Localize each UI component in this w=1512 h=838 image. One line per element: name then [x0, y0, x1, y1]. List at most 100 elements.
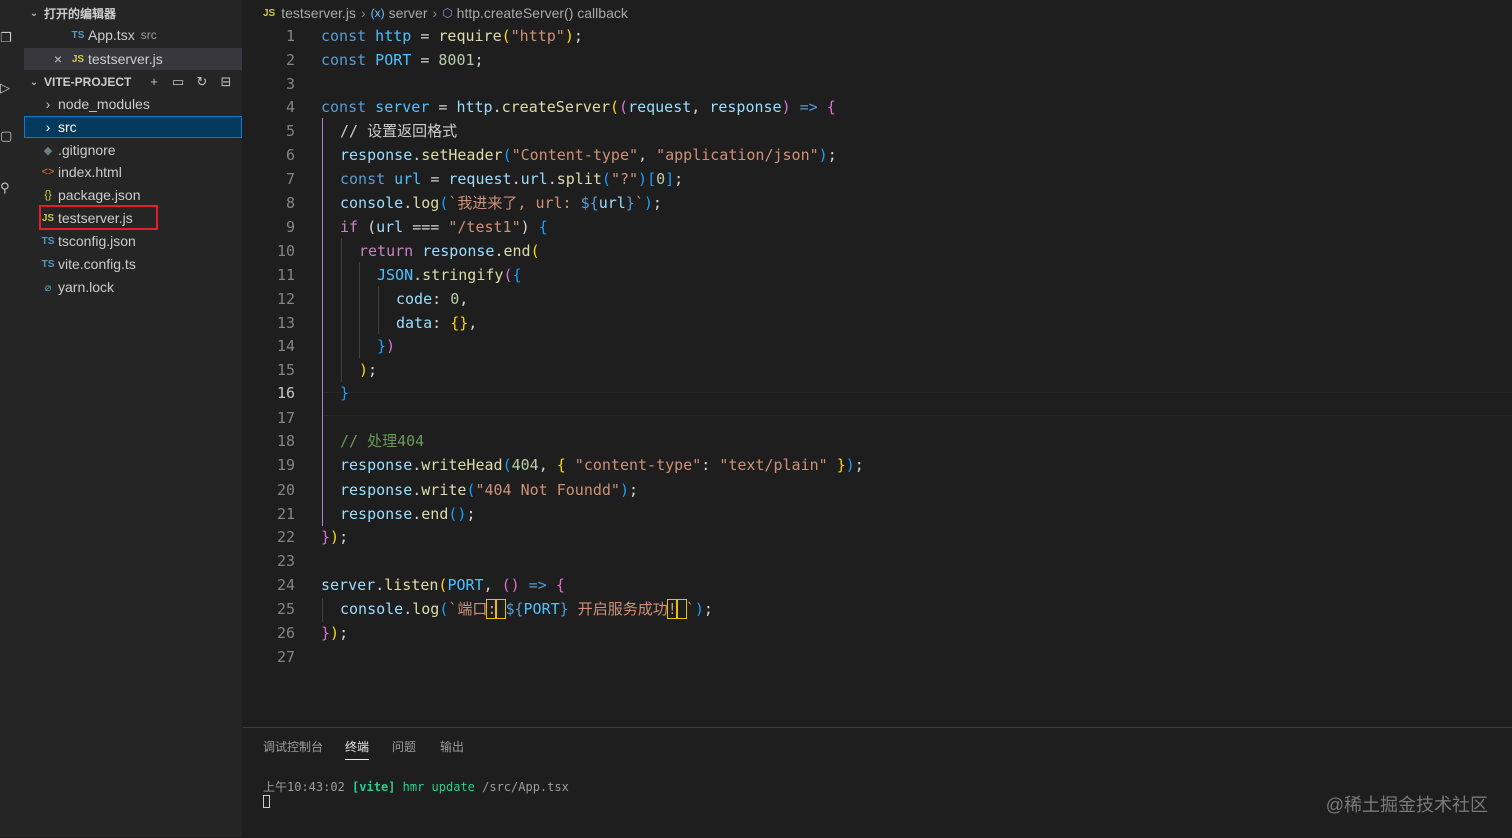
code-line: } — [243, 381, 1512, 405]
terminal-cursor — [263, 795, 270, 808]
code-line: code: 0, — [243, 287, 1512, 311]
explorer-sidebar: ⌄ 打开的编辑器 TS App.tsx src × JS testserver.… — [24, 0, 242, 837]
code-line: const PORT = 8001; — [243, 48, 1512, 72]
code-text: server.listen(PORT, () => { — [321, 576, 565, 594]
code-text: response.end(); — [340, 505, 476, 523]
chevron-right-icon: › — [45, 119, 51, 135]
code-text: data: {}, — [396, 314, 478, 332]
chevron-right-icon: › — [45, 96, 51, 112]
code-line: data: {}, — [243, 311, 1512, 335]
breadcrumb-file[interactable]: testserver.js — [281, 5, 356, 21]
tree-item-src[interactable]: › src — [24, 116, 242, 138]
code-line: }); — [243, 621, 1512, 645]
open-editor-item[interactable]: TS App.tsx src — [24, 24, 242, 46]
tab-problems[interactable]: 问题 — [392, 738, 416, 755]
line-number: 3 — [285, 75, 295, 93]
open-editors-title: 打开的编辑器 — [44, 6, 117, 21]
code-text: response.writeHead(404, { "content-type"… — [340, 456, 864, 474]
project-header[interactable]: ⌄ VITE-PROJECT + ▭ ↻ ⊟ — [24, 71, 242, 93]
tree-item-gitignore[interactable]: ◆ .gitignore — [24, 139, 242, 161]
json-file-icon: {} — [44, 189, 52, 201]
extensions-icon[interactable]: ▢ — [0, 128, 12, 144]
html-file-icon: <> — [41, 166, 55, 178]
tree-item-node-modules[interactable]: › node_modules — [24, 93, 242, 115]
open-editor-name: testserver.js — [88, 51, 163, 67]
tree-item-package-json[interactable]: {} package.json — [24, 184, 242, 206]
tab-terminal[interactable]: 终端 — [345, 738, 370, 760]
open-editors-header[interactable]: ⌄ 打开的编辑器 — [24, 2, 242, 24]
breadcrumb-symbol-server[interactable]: server — [389, 5, 428, 21]
project-title: VITE-PROJECT — [44, 75, 132, 89]
code-text: }) — [377, 337, 396, 355]
refresh-icon[interactable]: ↻ — [194, 74, 210, 90]
breadcrumb-symbol-callback[interactable]: http.createServer() callback — [457, 5, 628, 21]
tab-debug-console[interactable]: 调试控制台 — [263, 738, 323, 755]
code-line: response.writeHead(404, { "content-type"… — [243, 453, 1512, 477]
code-text: } — [340, 384, 350, 402]
code-line-number-row: 23 — [243, 549, 1512, 573]
code-line: const http = require("http"); — [243, 24, 1512, 48]
code-line: response.write("404 Not Foundd"); — [243, 478, 1512, 502]
chevron-down-icon: ⌄ — [29, 7, 39, 19]
code-text: if (url === "/test1") { — [340, 218, 548, 236]
code-line: }) — [243, 334, 1512, 358]
open-editor-item-active[interactable]: × JS testserver.js — [24, 48, 242, 70]
code-line: return response.end( — [243, 239, 1512, 263]
tree-item-vite-config[interactable]: TS vite.config.ts — [24, 253, 242, 275]
tree-item-label: package.json — [58, 187, 141, 203]
code-text: }); — [321, 624, 349, 642]
tree-item-index-html[interactable]: <> index.html — [24, 161, 242, 183]
code-line: JSON.stringify({ — [243, 263, 1512, 287]
code-line: }); — [243, 525, 1512, 549]
method-icon: ⬡ — [442, 6, 453, 20]
code-line: response.setHeader("Content-type", "appl… — [243, 143, 1512, 167]
line-number: 17 — [276, 409, 295, 427]
tree-item-label: node_modules — [58, 96, 150, 112]
line-number: 23 — [276, 552, 295, 570]
code-line: console.log(`端口: ${PORT} 开启服务成功! `); — [243, 597, 1512, 621]
source-control-icon[interactable]: ⚲ — [0, 180, 12, 196]
code-text: const http = require("http"); — [321, 27, 583, 45]
tree-item-yarn-lock[interactable]: ⌀ yarn.lock — [24, 276, 242, 298]
terminal-time: 上午10:43:02 — [263, 780, 345, 794]
code-line: const server = http.createServer((reques… — [243, 95, 1512, 119]
tree-item-label: src — [58, 119, 77, 135]
code-line: server.listen(PORT, () => { — [243, 573, 1512, 597]
tree-item-tsconfig-json[interactable]: TS tsconfig.json — [24, 230, 242, 252]
code-text: response.setHeader("Content-type", "appl… — [340, 146, 837, 164]
watermark: @稀土掘金技术社区 — [1325, 795, 1488, 815]
chevron-down-icon: ⌄ — [29, 76, 39, 88]
annotation-highlight-box — [39, 205, 158, 230]
close-icon[interactable]: × — [48, 51, 68, 67]
collapse-all-icon[interactable]: ⊟ — [218, 74, 234, 90]
git-icon: ◆ — [43, 144, 53, 157]
code-line: ); — [243, 358, 1512, 382]
open-editor-name: App.tsx — [88, 27, 135, 43]
code-text: const url = request.url.split("?")[0]; — [340, 170, 684, 188]
tree-item-label: yarn.lock — [58, 279, 115, 295]
code-text: console.log(`我进来了, url: ${url}`); — [340, 194, 662, 212]
code-text: const server = http.createServer((reques… — [321, 98, 836, 116]
new-file-icon[interactable]: + — [146, 74, 162, 90]
code-line-number-row: 3 — [243, 72, 1512, 96]
code-line-number-row: 17 — [243, 406, 1512, 430]
code-editor[interactable]: 1 2 3 4 5 6 7 8 9 10 11 12 13 14 15 16 17 18 19 20 21 22 23 24 2… — [243, 26, 1512, 726]
run-debug-icon[interactable]: ▷ — [0, 80, 12, 96]
code-line: // 处理404 — [243, 429, 1512, 453]
tree-item-label: index.html — [58, 164, 122, 180]
files-icon[interactable]: ❐ — [0, 30, 12, 46]
terminal-path: /src/App.tsx — [482, 780, 569, 794]
new-folder-icon[interactable]: ▭ — [170, 74, 186, 90]
variable-icon: (x) — [370, 6, 385, 20]
code-line: response.end(); — [243, 502, 1512, 526]
code-text: return response.end( — [359, 242, 540, 260]
tree-item-label: .gitignore — [58, 142, 116, 158]
terminal-output[interactable]: 上午10:43:02 [vite] hmr update /src/App.ts… — [263, 778, 569, 795]
breadcrumb: JS testserver.js › (x) server › ⬡ http.c… — [243, 0, 1512, 26]
code-text: code: 0, — [396, 290, 469, 308]
code-text: console.log(`端口: ${PORT} 开启服务成功! `); — [340, 599, 713, 619]
terminal-tag: [vite] — [352, 780, 396, 794]
tab-output[interactable]: 输出 — [440, 738, 464, 755]
tree-item-label: tsconfig.json — [58, 233, 136, 249]
breadcrumb-separator: › — [432, 5, 438, 21]
